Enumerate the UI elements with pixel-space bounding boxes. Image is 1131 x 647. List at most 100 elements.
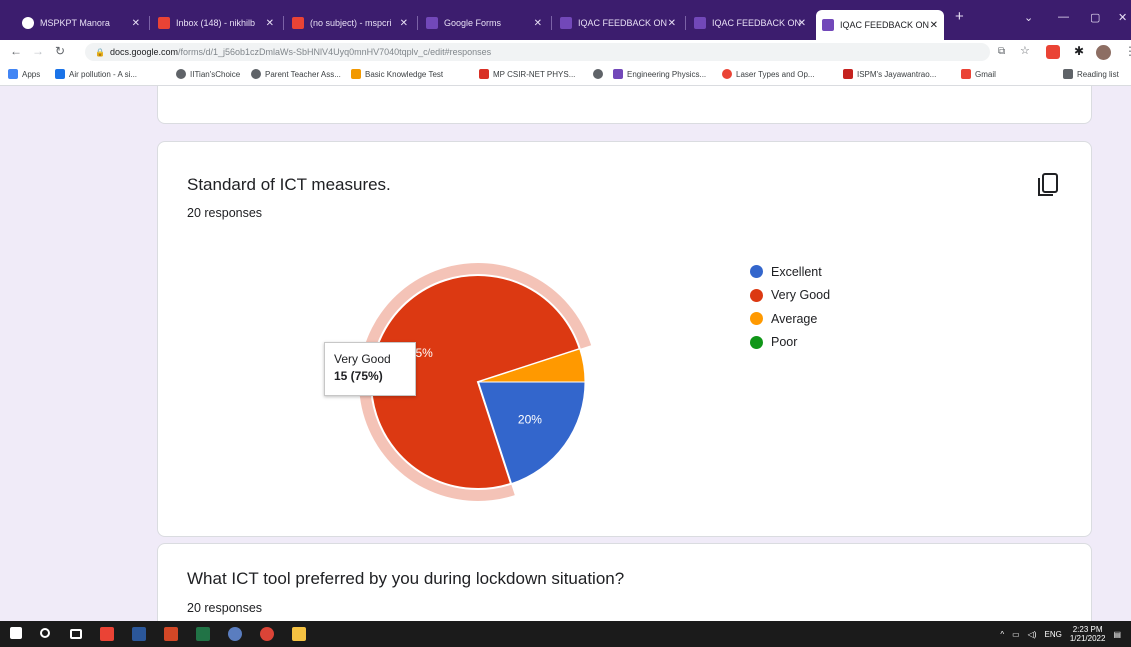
close-icon[interactable]: ✕ [930,20,938,31]
extension-icon[interactable] [1046,45,1060,59]
bookmark-item[interactable]: ISPM's Jayawantrao... [843,69,936,79]
chrome-icon [22,17,34,29]
browser-tab[interactable]: IQAC FEEDBACK ON ✕ [554,12,682,34]
tab-label: Inbox (148) - nikhilb [176,18,256,28]
browser-tab[interactable]: Inbox (148) - nikhilb ✕ [152,12,280,34]
browser-tab[interactable]: IQAC FEEDBACK ON ✕ [688,12,812,34]
app-icon[interactable] [228,627,242,641]
legend-item-very-good[interactable]: Very Good [750,284,830,308]
forms-icon [694,17,706,29]
powerpoint-icon[interactable] [164,627,178,641]
lock-icon: 🔒 [95,47,105,57]
bookmark-label: Apps [22,69,41,79]
avatar[interactable] [1096,45,1111,60]
legend-label: Excellent [771,264,822,279]
bookmark-item[interactable]: Engineering Physics... [613,69,706,79]
tab-separator [417,16,418,30]
chrome-icon[interactable] [260,627,274,641]
maximize-button[interactable]: ▢ [1090,11,1100,24]
bookmark-item[interactable]: IITian'sChoice [176,69,240,79]
legend-swatch [750,312,763,326]
tab-label: (no subject) - mspcri [310,18,392,28]
url-path: /forms/d/1_j56ob1czDmlaWs-SbHNlV4Uyq0mnH… [178,47,492,57]
reading-list[interactable]: Reading list [1063,69,1119,79]
legend-label: Average [771,311,818,326]
forms-responses-view: Standard of ICT measures. 20 responses 2… [0,86,1131,621]
tab-search-icon[interactable]: ⌄ [1024,11,1033,24]
file-explorer-icon[interactable] [292,627,306,641]
tab-separator [551,16,552,30]
bookmark-item[interactable]: Air pollution - A si... [55,69,137,79]
close-window-button[interactable]: ✕ [1118,11,1127,24]
bookmark-item[interactable]: Basic Knowledge Test [351,69,443,79]
tab-separator [283,16,284,30]
copy-chart-icon[interactable] [1036,172,1060,198]
browser-tab-active[interactable]: IQAC FEEDBACK ON ✕ [816,10,944,40]
question-card: Standard of ICT measures. 20 responses 2… [157,141,1092,537]
bookmark-label: Basic Knowledge Test [365,69,444,79]
tab-label: IQAC FEEDBACK ON [578,18,668,28]
minimize-button[interactable]: — [1058,11,1069,23]
browser-tab[interactable]: MSPKPT Manora ✕ [16,12,146,34]
bookmark-icon [479,69,489,79]
share-icon[interactable]: ⧉ [998,46,1005,57]
app-icon[interactable] [100,627,114,641]
close-icon[interactable]: ✕ [534,18,542,29]
question-card: What ICT tool preferred by you during lo… [157,543,1092,621]
bookmark-label: Engineering Physics... [627,69,707,79]
task-view-icon[interactable] [70,629,82,639]
star-icon[interactable]: ☆ [1020,44,1030,57]
pie-label-excellent: 20% [518,413,542,427]
bookmark-item[interactable]: Laser Types and Op... [722,69,815,79]
close-icon[interactable]: ✕ [668,18,676,29]
puzzle-icon[interactable]: ✱ [1074,44,1084,58]
bookmark-item[interactable]: Parent Teacher Ass... [251,69,341,79]
legend-item-average[interactable]: Average [750,307,830,331]
new-tab-button[interactable]: + [955,8,964,25]
windows-start-icon[interactable] [10,627,22,639]
question-title: Standard of ICT measures. [187,175,391,194]
system-tray: ^ ▭ ◁) ENG 2:23 PM 1/21/2022 ▤ [1000,625,1121,643]
word-icon[interactable] [132,627,146,641]
bookmark-label: Parent Teacher Ass... [265,69,341,79]
language-indicator[interactable]: ENG [1045,630,1062,639]
bookmark-label: IITian'sChoice [190,69,241,79]
forms-icon [613,69,623,79]
reload-icon[interactable]: ↻ [55,44,65,58]
back-icon[interactable]: ← [10,44,22,58]
forms-icon [560,17,572,29]
browser-tab[interactable]: (no subject) - mspcri ✕ [286,12,414,34]
response-count: 20 responses [187,601,263,615]
apps-icon [8,69,18,79]
forms-icon [822,19,834,31]
legend-item-excellent[interactable]: Excellent [750,260,830,284]
bookmark-apps[interactable]: Apps [8,69,40,79]
notifications-icon[interactable]: ▤ [1113,630,1121,639]
forms-icon [426,17,438,29]
close-icon[interactable]: ✕ [132,18,140,29]
close-icon[interactable]: ✕ [798,18,806,29]
tab-label: Google Forms [444,18,502,28]
battery-icon[interactable]: ▭ [1012,630,1020,639]
browser-tab-strip: MSPKPT Manora ✕ Inbox (148) - nikhilb ✕ … [0,0,1131,40]
menu-icon[interactable]: ⋮ [1124,44,1131,58]
legend-item-poor[interactable]: Poor [750,331,830,355]
bookmark-label: MP CSIR-NET PHYS... [493,69,576,79]
search-icon[interactable] [40,628,50,638]
forward-icon[interactable]: → [32,44,44,58]
excel-icon[interactable] [196,627,210,641]
browser-tab[interactable]: Google Forms ✕ [420,12,548,34]
chevron-up-icon[interactable]: ^ [1000,630,1004,639]
tab-label: IQAC FEEDBACK ON [712,18,802,28]
tab-label: IQAC FEEDBACK ON [840,20,930,30]
clock-date: 1/21/2022 [1069,634,1106,643]
clock[interactable]: 2:23 PM 1/21/2022 [1070,625,1106,643]
volume-icon[interactable]: ◁) [1028,630,1037,639]
close-icon[interactable]: ✕ [266,18,274,29]
close-icon[interactable]: ✕ [400,18,408,29]
bookmark-item[interactable]: Gmail [961,69,996,79]
url-input[interactable]: 🔒 docs.google.com/forms/d/1_j56ob1czDmla… [85,43,990,61]
bookmark-item[interactable] [593,69,607,79]
bookmark-item[interactable]: MP CSIR-NET PHYS... [479,69,575,79]
legend-swatch [750,265,763,279]
